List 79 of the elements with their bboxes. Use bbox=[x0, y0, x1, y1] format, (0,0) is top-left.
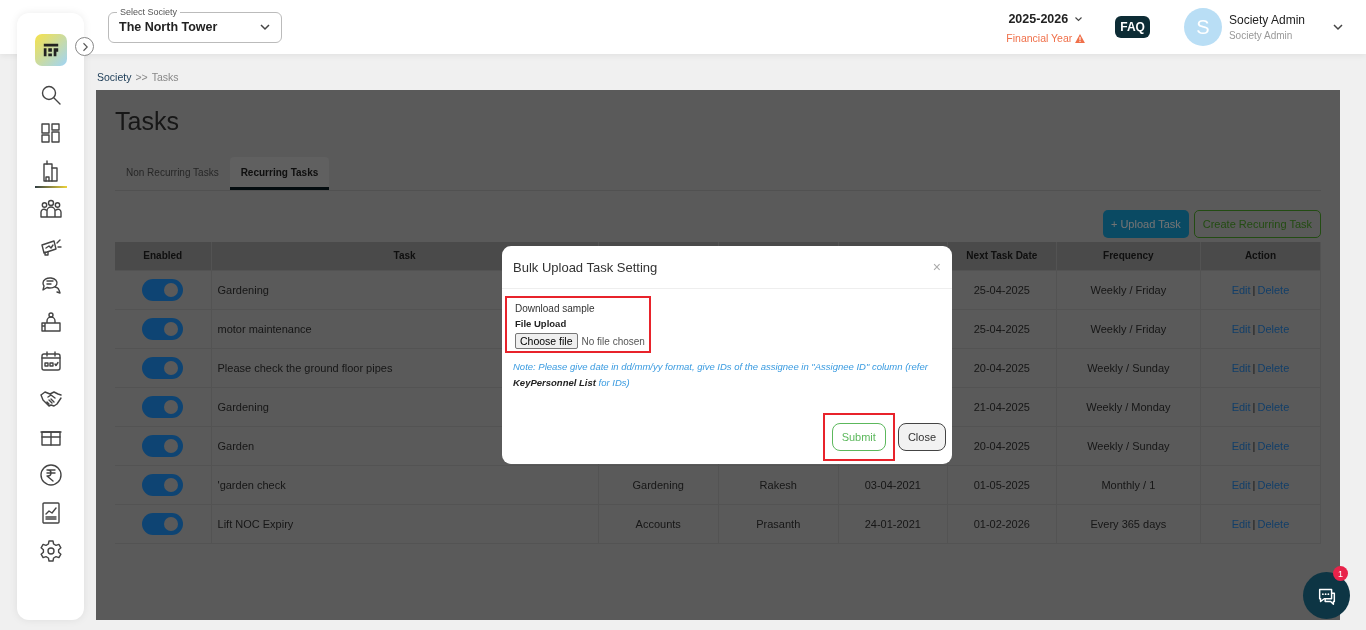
delete-link[interactable]: Delete bbox=[1257, 400, 1290, 413]
logo-mark-icon bbox=[41, 41, 60, 59]
edit-link[interactable]: Edit bbox=[1231, 322, 1251, 335]
edit-link[interactable]: Edit bbox=[1231, 439, 1251, 452]
user-name: Society Admin bbox=[1228, 13, 1305, 27]
link-separator: | bbox=[1252, 322, 1256, 335]
edit-link[interactable]: Edit bbox=[1231, 400, 1251, 413]
table-cell: 24-01-2021 bbox=[838, 504, 948, 543]
delete-link[interactable]: Delete bbox=[1257, 322, 1290, 335]
link-separator: | bbox=[1252, 361, 1256, 374]
edit-link[interactable]: Edit bbox=[1231, 517, 1251, 530]
table-cell: Gardening bbox=[598, 465, 719, 504]
table-cell: 'garden check bbox=[211, 465, 599, 504]
toggle-switch[interactable] bbox=[142, 512, 184, 535]
avatar: S bbox=[1183, 8, 1222, 46]
settings-icon bbox=[38, 539, 63, 563]
edit-link[interactable]: Edit bbox=[1231, 283, 1251, 296]
create-task-button[interactable]: Create Recurring Task bbox=[1193, 210, 1321, 238]
table-cell: Prasanth bbox=[718, 504, 839, 543]
table-cell: Weekly / Sunday bbox=[1056, 426, 1201, 465]
breadcrumb-link[interactable]: Society bbox=[97, 71, 132, 83]
link-separator: | bbox=[1252, 517, 1256, 530]
delete-link[interactable]: Delete bbox=[1257, 283, 1290, 296]
table-cell: Weekly / Friday bbox=[1056, 309, 1201, 348]
select-label: Select Society bbox=[117, 5, 181, 18]
table-cell: Lift NOC Expiry bbox=[211, 504, 599, 543]
delete-link[interactable]: Delete bbox=[1257, 478, 1290, 491]
table-cell: Every 365 days bbox=[1056, 504, 1201, 543]
toggle-switch[interactable] bbox=[142, 317, 184, 340]
link-separator: | bbox=[1252, 400, 1256, 413]
chevron-right-icon bbox=[81, 41, 88, 52]
rupee-icon bbox=[38, 463, 63, 487]
column-header: Next Task Date bbox=[947, 242, 1057, 270]
column-header: Frequency bbox=[1056, 242, 1201, 270]
link-separator: | bbox=[1252, 283, 1256, 296]
toggle-switch[interactable] bbox=[142, 473, 184, 496]
submit-button[interactable]: Submit bbox=[831, 423, 886, 451]
user-menu-chevron-icon bbox=[1332, 23, 1344, 31]
user-role: Society Admin bbox=[1228, 30, 1294, 41]
delete-link[interactable]: Delete bbox=[1257, 361, 1290, 374]
table-cell: 03-04-2021 bbox=[838, 465, 948, 504]
upload-task-button[interactable]: + Upload Task bbox=[1102, 210, 1189, 238]
toggle-switch[interactable] bbox=[142, 395, 184, 418]
table-cell: Weekly / Monday bbox=[1056, 387, 1201, 426]
edit-link[interactable]: Edit bbox=[1231, 478, 1251, 491]
toggle-switch[interactable] bbox=[142, 434, 184, 457]
table-cell: Weekly / Sunday bbox=[1056, 348, 1201, 387]
calendar-icon bbox=[38, 349, 63, 373]
toggle-switch[interactable] bbox=[142, 278, 184, 301]
tab[interactable]: Recurring Tasks bbox=[229, 157, 330, 190]
page-title: Tasks bbox=[115, 106, 180, 137]
financial-year-caption: Financial Year bbox=[1006, 32, 1073, 44]
breadcrumb-separator: >> bbox=[135, 71, 148, 83]
table-cell: Weekly / Friday bbox=[1056, 270, 1201, 309]
field-label: File Upload bbox=[515, 318, 568, 329]
choose-file-button[interactable]: Choose file bbox=[515, 333, 578, 349]
delete-link[interactable]: Delete bbox=[1257, 439, 1290, 452]
table-cell: Rakesh bbox=[718, 465, 839, 504]
link-separator: | bbox=[1252, 439, 1256, 452]
delete-link[interactable]: Delete bbox=[1257, 517, 1290, 530]
link-separator: | bbox=[1252, 478, 1256, 491]
column-header: Action bbox=[1200, 242, 1321, 270]
table-cell: Accounts bbox=[598, 504, 719, 543]
faq-button[interactable]: FAQ bbox=[1115, 16, 1150, 38]
table-cell: 01-02-2026 bbox=[947, 504, 1057, 543]
financial-year-select[interactable]: 2025-2026 bbox=[1008, 10, 1084, 28]
table-cell: 01-05-2025 bbox=[947, 465, 1057, 504]
chevron-down-icon bbox=[1074, 15, 1084, 23]
desk-icon bbox=[38, 311, 63, 335]
chevron-down-icon bbox=[259, 23, 271, 31]
close-button[interactable]: × bbox=[932, 259, 941, 275]
toggle-switch[interactable] bbox=[142, 356, 184, 379]
breadcrumb-current: Tasks bbox=[151, 71, 179, 83]
edit-link[interactable]: Edit bbox=[1231, 361, 1251, 374]
column-header: Enabled bbox=[115, 242, 212, 270]
dashboard-icon bbox=[38, 121, 63, 145]
close-button[interactable]: Close bbox=[897, 423, 946, 451]
people-icon bbox=[38, 197, 63, 221]
table-cell: Monthly / 1 bbox=[1056, 465, 1201, 504]
